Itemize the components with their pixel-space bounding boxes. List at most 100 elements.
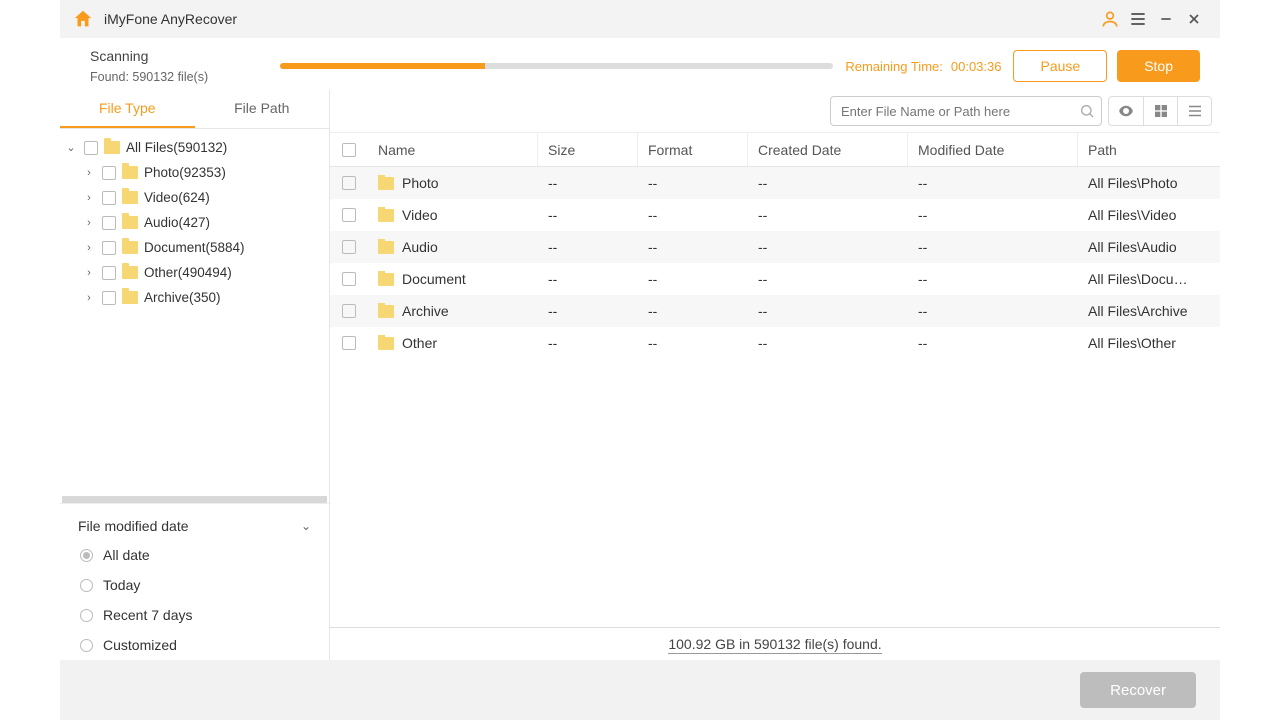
row-checkbox[interactable] bbox=[342, 208, 356, 222]
cell-size: -- bbox=[538, 175, 638, 191]
chevron-right-icon[interactable]: › bbox=[82, 167, 96, 179]
stop-button[interactable]: Stop bbox=[1117, 50, 1200, 82]
tree-item[interactable]: ›Photo(92353) bbox=[60, 160, 329, 185]
tree-checkbox[interactable] bbox=[102, 241, 116, 255]
scan-found-label: Found: 590132 file(s) bbox=[90, 70, 280, 84]
cell-format: -- bbox=[638, 207, 748, 223]
tree-item[interactable]: › Video(624) bbox=[60, 185, 329, 210]
filter-header[interactable]: File modified date ⌄ bbox=[78, 512, 311, 540]
filter-option[interactable]: Customized bbox=[78, 630, 311, 660]
cell-modified: -- bbox=[908, 303, 1078, 319]
tree-checkbox[interactable] bbox=[102, 191, 116, 205]
tree-label: Archive(350) bbox=[144, 290, 221, 305]
chevron-right-icon[interactable]: › bbox=[82, 292, 96, 304]
filter-option[interactable]: Today bbox=[78, 570, 311, 600]
chevron-right-icon[interactable]: › bbox=[82, 242, 96, 254]
tree-label: Other(490494) bbox=[144, 265, 232, 280]
preview-icon[interactable] bbox=[1109, 97, 1143, 125]
row-checkbox[interactable] bbox=[342, 176, 356, 190]
tree-root[interactable]: ⌄ All Files(590132) bbox=[60, 135, 329, 160]
folder-icon bbox=[122, 191, 138, 204]
row-checkbox[interactable] bbox=[342, 336, 356, 350]
search-icon[interactable] bbox=[1079, 103, 1095, 119]
cell-modified: -- bbox=[908, 335, 1078, 351]
chevron-right-icon[interactable]: › bbox=[82, 267, 96, 279]
table-row[interactable]: Archive--------All Files\Archive bbox=[330, 295, 1220, 327]
radio-icon[interactable] bbox=[80, 549, 93, 562]
col-name[interactable]: Name bbox=[368, 133, 538, 166]
filter-option[interactable]: All date bbox=[78, 540, 311, 570]
tree-item[interactable]: ›Audio(427) bbox=[60, 210, 329, 235]
recover-button[interactable]: Recover bbox=[1080, 672, 1196, 708]
tree-item[interactable]: › Other(490494) bbox=[60, 260, 329, 285]
col-created[interactable]: Created Date bbox=[748, 133, 908, 166]
sidebar-scrollbar[interactable] bbox=[62, 496, 327, 503]
col-modified[interactable]: Modified Date bbox=[908, 133, 1078, 166]
tree-item[interactable]: › Archive(350) bbox=[60, 285, 329, 310]
tree-checkbox[interactable] bbox=[102, 216, 116, 230]
table-row[interactable]: Document--------All Files\Docu… bbox=[330, 263, 1220, 295]
tree-checkbox[interactable] bbox=[84, 141, 98, 155]
sidebar-tabs: File Type File Path bbox=[60, 90, 329, 129]
radio-icon[interactable] bbox=[80, 579, 93, 592]
chevron-right-icon[interactable]: › bbox=[82, 217, 96, 229]
radio-icon[interactable] bbox=[80, 639, 93, 652]
row-checkbox[interactable] bbox=[342, 272, 356, 286]
cell-name: Other bbox=[402, 335, 437, 351]
cell-format: -- bbox=[638, 271, 748, 287]
cell-size: -- bbox=[538, 207, 638, 223]
table-row[interactable]: Other--------All Files\Other bbox=[330, 327, 1220, 359]
cell-created: -- bbox=[748, 335, 908, 351]
col-size[interactable]: Size bbox=[538, 133, 638, 166]
table-row[interactable]: Video--------All Files\Video bbox=[330, 199, 1220, 231]
filter-option-label: All date bbox=[103, 547, 150, 563]
col-path[interactable]: Path bbox=[1078, 133, 1212, 166]
tab-file-type[interactable]: File Type bbox=[60, 90, 195, 128]
tab-file-path[interactable]: File Path bbox=[195, 90, 330, 128]
tree-item[interactable]: ›Document(5884) bbox=[60, 235, 329, 260]
cell-created: -- bbox=[748, 303, 908, 319]
close-button[interactable] bbox=[1180, 5, 1208, 33]
cell-modified: -- bbox=[908, 175, 1078, 191]
home-icon[interactable] bbox=[72, 8, 94, 30]
user-icon[interactable] bbox=[1096, 5, 1124, 33]
grid-view-icon[interactable] bbox=[1143, 97, 1177, 125]
row-checkbox[interactable] bbox=[342, 304, 356, 318]
search-input[interactable] bbox=[841, 104, 1079, 119]
tree-checkbox[interactable] bbox=[102, 266, 116, 280]
folder-icon bbox=[122, 241, 138, 254]
search-box[interactable] bbox=[830, 96, 1102, 126]
menu-icon[interactable] bbox=[1124, 5, 1152, 33]
list-view-icon[interactable] bbox=[1177, 97, 1211, 125]
summary-text: 100.92 GB in 590132 file(s) found. bbox=[668, 636, 881, 654]
cell-path: All Files\Video bbox=[1078, 207, 1212, 223]
select-all-checkbox[interactable] bbox=[342, 143, 356, 157]
col-format[interactable]: Format bbox=[638, 133, 748, 166]
filter-option-label: Today bbox=[103, 577, 140, 593]
pause-button[interactable]: Pause bbox=[1013, 50, 1107, 82]
cell-size: -- bbox=[538, 335, 638, 351]
table-row[interactable]: Audio--------All Files\Audio bbox=[330, 231, 1220, 263]
cell-created: -- bbox=[748, 239, 908, 255]
chevron-right-icon[interactable]: › bbox=[82, 192, 96, 204]
table-row[interactable]: Photo--------All Files\Photo bbox=[330, 167, 1220, 199]
tree-label: Video(624) bbox=[144, 190, 210, 205]
minimize-button[interactable] bbox=[1152, 5, 1180, 33]
cell-modified: -- bbox=[908, 239, 1078, 255]
remaining-time-value: 00:03:36 bbox=[951, 59, 1002, 74]
remaining-time-label: Remaining Time: bbox=[845, 59, 943, 74]
cell-format: -- bbox=[638, 335, 748, 351]
tree-checkbox[interactable] bbox=[102, 166, 116, 180]
cell-path: All Files\Photo bbox=[1078, 175, 1212, 191]
filter-option[interactable]: Recent 7 days bbox=[78, 600, 311, 630]
chevron-down-icon[interactable]: ⌄ bbox=[64, 141, 78, 154]
file-tree: ⌄ All Files(590132) ›Photo(92353)›Video(… bbox=[60, 129, 329, 496]
cell-path: All Files\Audio bbox=[1078, 239, 1212, 255]
folder-icon bbox=[378, 273, 394, 286]
tree-checkbox[interactable] bbox=[102, 291, 116, 305]
cell-created: -- bbox=[748, 175, 908, 191]
scan-status-label: Scanning bbox=[90, 48, 280, 64]
radio-icon[interactable] bbox=[80, 609, 93, 622]
cell-path: All Files\Archive bbox=[1078, 303, 1212, 319]
row-checkbox[interactable] bbox=[342, 240, 356, 254]
